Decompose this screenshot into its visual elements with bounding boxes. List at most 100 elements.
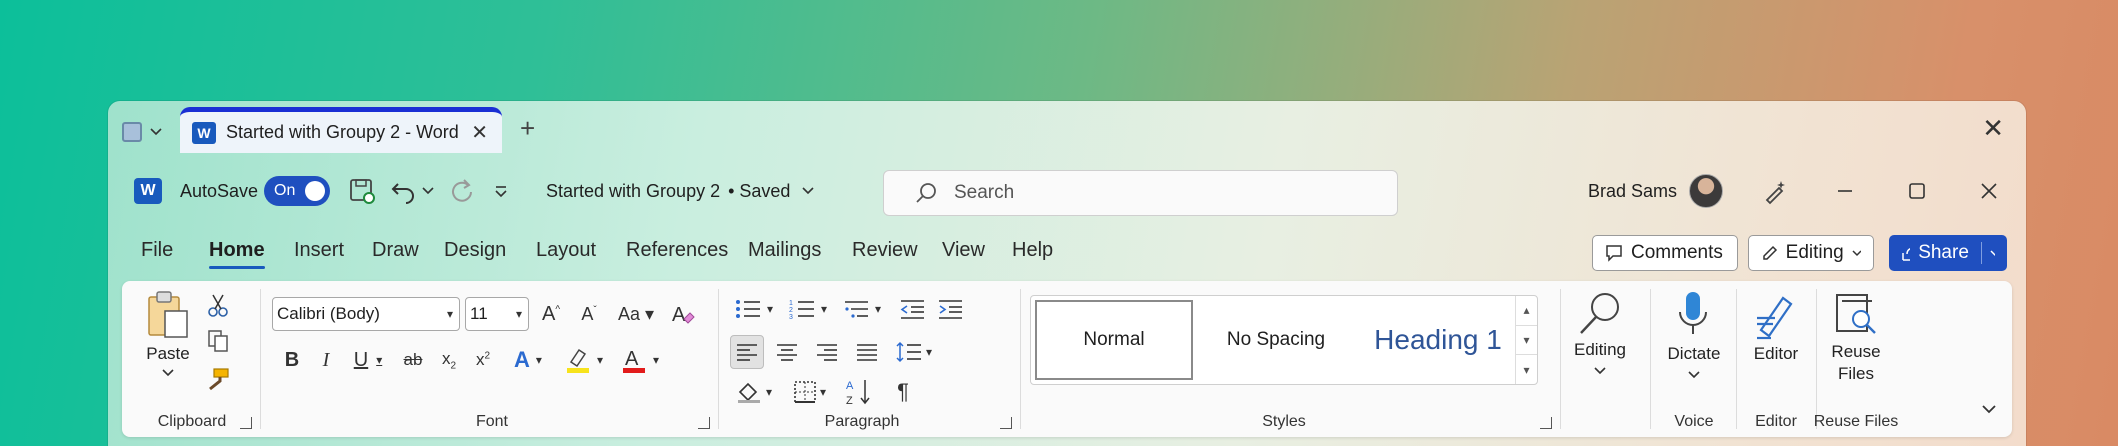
minimize-icon <box>1838 190 1852 192</box>
designer-button[interactable] <box>1762 161 1790 221</box>
maximize-button[interactable] <box>1908 161 1926 221</box>
chevron-down-icon[interactable] <box>162 369 174 377</box>
tab-view[interactable]: View <box>942 221 985 279</box>
align-center-button[interactable] <box>770 335 804 369</box>
underline-button[interactable]: U ▾ <box>346 345 390 375</box>
cut-button[interactable] <box>204 291 232 319</box>
clipboard-launcher[interactable] <box>240 417 252 429</box>
strikethrough-button[interactable]: ab <box>398 345 428 375</box>
tab-layout[interactable]: Layout <box>536 221 596 279</box>
tab-help[interactable]: Help <box>1012 221 1053 279</box>
editing-button[interactable] <box>1570 289 1630 339</box>
dictate-label: Dictate <box>1667 344 1721 363</box>
paragraph-launcher[interactable] <box>1000 417 1012 429</box>
borders-button[interactable]: ▾ <box>786 375 834 409</box>
font-name-box[interactable]: Calibri (Body) ▾ <box>272 297 460 331</box>
align-left-button[interactable] <box>730 335 764 369</box>
shrink-font-button[interactable]: Aˇ <box>574 299 604 329</box>
editor-button[interactable] <box>1750 289 1802 341</box>
comments-button[interactable]: Comments <box>1592 235 1738 271</box>
group-close-button[interactable]: ✕ <box>1982 113 2004 144</box>
styles-more[interactable]: ▾ <box>1516 355 1537 384</box>
font-color-button[interactable]: A ▾ <box>616 345 664 375</box>
tab-group-menu[interactable] <box>122 117 162 147</box>
tab-mailings[interactable]: Mailings <box>748 221 821 279</box>
editing-mode-button[interactable]: Editing <box>1748 235 1874 271</box>
justify-button[interactable] <box>850 335 884 369</box>
chevron-down-icon[interactable] <box>422 187 434 195</box>
tab-references[interactable]: References <box>626 221 728 279</box>
reuse-files-label: Reuse Files <box>1818 341 1894 385</box>
font-size-box[interactable]: 11 ▾ <box>465 297 529 331</box>
group-divider <box>1560 289 1561 429</box>
style-normal[interactable]: Normal <box>1035 300 1193 380</box>
tab-design[interactable]: Design <box>444 221 506 279</box>
decrease-indent-button[interactable] <box>896 293 928 325</box>
save-button[interactable] <box>348 161 376 221</box>
close-button[interactable] <box>1980 161 1998 221</box>
chevron-down-icon[interactable] <box>1990 249 1995 257</box>
justify-icon <box>857 344 877 361</box>
style-heading-1[interactable]: Heading 1 <box>1359 300 1517 380</box>
chevron-down-icon: ▾ <box>446 307 453 321</box>
copy-button[interactable] <box>204 327 232 355</box>
chevron-down-icon: ▾ <box>596 353 604 367</box>
clear-formatting-button[interactable]: A <box>668 299 698 329</box>
grow-font-button[interactable]: A^ <box>536 299 566 329</box>
styles-launcher[interactable] <box>1540 417 1552 429</box>
line-spacing-icon <box>896 341 921 363</box>
superscript-button[interactable]: x2 <box>468 345 498 375</box>
search-box[interactable]: Search <box>883 170 1398 216</box>
font-launcher[interactable] <box>698 417 710 429</box>
tab-file[interactable]: File <box>141 221 173 279</box>
show-formatting-button[interactable]: ¶ <box>886 375 920 409</box>
redo-button[interactable] <box>448 161 476 221</box>
word-icon: W <box>192 121 216 144</box>
chevron-down-icon[interactable] <box>1594 367 1606 375</box>
tab-insert[interactable]: Insert <box>294 221 344 279</box>
dictate-button[interactable] <box>1668 289 1718 341</box>
styles-scroll-down[interactable]: ▾ <box>1516 326 1537 356</box>
undo-button[interactable] <box>390 161 434 221</box>
font-size-value: 11 <box>470 304 488 323</box>
styles-scroll-up[interactable]: ▴ <box>1516 296 1537 326</box>
tab-review[interactable]: Review <box>852 221 918 279</box>
align-right-button[interactable] <box>810 335 844 369</box>
document-title-menu[interactable]: Started with Groupy 2 • Saved <box>546 161 815 221</box>
tab-close-button[interactable]: ✕ <box>471 120 488 145</box>
increase-indent-button[interactable] <box>934 293 966 325</box>
customize-toolbar-button[interactable] <box>494 161 508 221</box>
new-tab-button[interactable]: + <box>520 113 535 144</box>
text-effects-button[interactable]: A ▾ <box>506 345 550 375</box>
line-spacing-button[interactable]: ▾ <box>890 335 938 369</box>
italic-button[interactable]: I <box>312 345 340 375</box>
share-button[interactable]: Share <box>1889 235 2007 271</box>
ribbon: Paste Clipboard Calibri (Body) ▾ 11 ▾ A^ A <box>122 281 2012 437</box>
bold-button[interactable]: B <box>278 345 306 375</box>
account-button[interactable]: Brad Sams <box>1588 161 1724 221</box>
multilevel-list-button[interactable]: ▾ <box>838 293 886 325</box>
paste-button[interactable] <box>140 289 196 339</box>
tab-home[interactable]: Home <box>209 221 265 279</box>
autosave-toggle[interactable]: On <box>264 161 330 221</box>
change-case-button[interactable]: Aa ▾ <box>614 299 658 329</box>
shading-button[interactable]: ▾ <box>730 375 778 409</box>
document-tab[interactable]: W Started with Groupy 2 - Word ✕ <box>180 107 502 153</box>
group-divider <box>1650 289 1651 429</box>
superscript-icon: x2 <box>475 350 491 369</box>
chevron-down-icon[interactable] <box>1688 371 1700 379</box>
format-painter-button[interactable] <box>204 365 232 393</box>
highlight-button[interactable]: ▾ <box>560 345 608 375</box>
tab-draw[interactable]: Draw <box>372 221 419 279</box>
bullets-button[interactable]: ▾ <box>730 293 778 325</box>
style-no-spacing[interactable]: No Spacing <box>1197 300 1355 380</box>
subscript-button[interactable]: x2 <box>434 345 464 375</box>
numbering-button[interactable]: 123 ▾ <box>784 293 832 325</box>
reuse-files-button[interactable] <box>1830 289 1882 339</box>
chevron-down-icon: ▾ <box>925 345 933 359</box>
sort-button[interactable]: AZ <box>842 375 876 409</box>
collapse-ribbon-icon[interactable] <box>1982 405 1996 414</box>
chevron-down-icon: ▾ <box>766 302 774 316</box>
styles-gallery: Normal No Spacing Heading 1 ▴ ▾ ▾ <box>1030 295 1538 385</box>
minimize-button[interactable] <box>1836 161 1854 221</box>
